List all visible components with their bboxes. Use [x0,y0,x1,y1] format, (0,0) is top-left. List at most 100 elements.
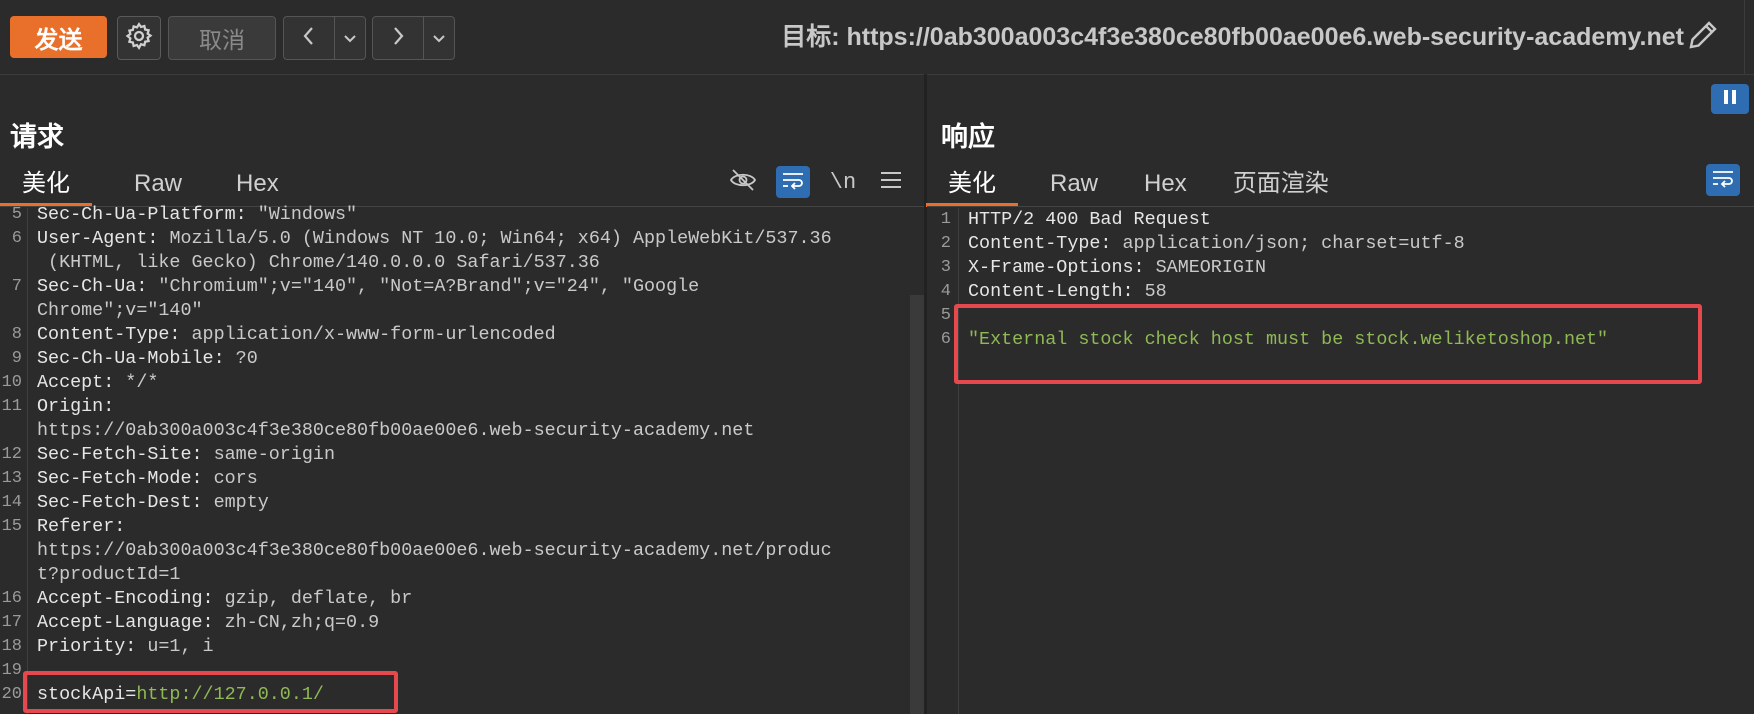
code-line: Sec-Ch-Ua-Platform: "Windows" [37,203,357,227]
request-tab-raw[interactable]: Raw [112,162,204,206]
gear-icon [124,21,154,55]
back-history-dropdown[interactable] [335,17,365,59]
header-value: https://0ab300a003c4f3e380ce80fb00ae00e6… [37,540,832,561]
line-number: 17 [1,613,22,632]
code-line: Content-Type: application/json; charset=… [968,232,1465,256]
cancel-button[interactable]: 取消 [168,16,276,60]
line-number: 4 [940,282,951,301]
response-tab-underline [927,206,1754,207]
hide-nonprintable-button[interactable] [727,166,759,198]
header-key: Origin: [37,396,115,417]
pause-button[interactable] [1711,84,1749,114]
code-line: t?productId=1 [37,563,180,587]
code-line: (KHTML, like Gecko) Chrome/140.0.0.0 Saf… [37,251,600,275]
request-menu-button[interactable] [876,166,906,198]
header-key: stockApi= [37,684,137,705]
eye-off-icon [729,168,757,196]
header-value: SAMEORIGIN [1144,257,1266,278]
line-number: 14 [1,493,22,512]
header-value: http://127.0.0.1/ [136,684,324,705]
request-editor[interactable]: 5 Sec-Ch-Ua-Platform: "Windows" 6 User-Agen… [0,203,908,714]
line-number: 3 [940,258,951,277]
code-line: Priority: u=1, i [37,635,214,659]
code-line: https://0ab300a003c4f3e380ce80fb00ae00e6… [37,539,832,563]
toolbar-edge [1744,0,1754,74]
response-tab-render[interactable]: 页面渲染 [1211,162,1351,206]
header-key: User-Agent: [37,228,159,249]
response-tab-raw[interactable]: Raw [1028,162,1120,206]
word-wrap-toggle[interactable] [776,166,810,198]
response-title: 响应 [941,122,995,153]
response-tab-hex[interactable]: Hex [1122,162,1209,206]
response-tab-pretty[interactable]: 美化 [926,162,1018,207]
header-key: X-Frame-Options: [968,257,1145,278]
header-value: */* [114,372,159,393]
header-key: Sec-Fetch-Mode: [37,468,203,489]
line-number: 5 [940,306,951,325]
forward-button[interactable] [373,17,424,59]
header-value: https://0ab300a003c4f3e380ce80fb00ae00e6… [37,420,755,441]
header-key: Sec-Ch-Ua: [37,276,148,297]
send-button[interactable]: 发送 [10,16,107,58]
line-number: 12 [1,445,22,464]
menu-icon [880,170,902,194]
header-value: "Windows" [246,204,358,225]
code-line: Chrome";v="140" [37,299,203,323]
line-number: 6 [940,330,951,349]
line-number: 15 [1,517,22,536]
code-line: Content-Length: 58 [968,280,1167,304]
header-key: Sec-Ch-Ua-Mobile: [37,348,225,369]
code-line: Sec-Ch-Ua-Mobile: ?0 [37,347,258,371]
code-line: HTTP/2 400 Bad Request [968,208,1211,232]
code-line: "External stock check host must be stock… [968,328,1608,352]
header-value: empty [202,492,269,513]
response-editor[interactable]: 1 HTTP/2 400 Bad Request 2 Content-Type: ap… [927,208,1754,714]
line-number: 13 [1,469,22,488]
header-key: Sec-Fetch-Dest: [37,492,203,513]
line-number: 19 [1,661,22,680]
request-tabs: 美化 Raw Hex [0,162,301,207]
code-line: Accept-Language: zh-CN,zh;q=0.9 [37,611,379,635]
header-value: Mozilla/5.0 (Windows NT 10.0; Win64; x64… [158,228,832,249]
header-value: t?productId=1 [37,564,181,585]
header-value: ?0 [224,348,258,369]
line-number: 7 [11,277,22,296]
header-key: Content-Length: [968,281,1134,302]
line-number: 5 [11,205,22,224]
request-scrollbar[interactable] [910,295,924,714]
line-number: 16 [1,589,22,608]
forward-history-dropdown[interactable] [424,17,454,59]
code-line: Accept-Encoding: gzip, deflate, br [37,587,412,611]
response-word-wrap-toggle[interactable] [1706,164,1740,196]
header-key: Sec-Fetch-Site: [37,444,203,465]
request-tab-pretty[interactable]: 美化 [0,162,92,207]
line-number: 11 [1,397,22,416]
header-key: Accept: [37,372,115,393]
request-tab-hex[interactable]: Hex [214,162,301,206]
chevron-right-icon [388,24,408,52]
target-url: 目标: https://0ab300a003c4f3e380ce80fb00ae… [781,23,1684,51]
header-key: Sec-Ch-Ua-Platform: [37,204,247,225]
header-value: gzip, deflate, br [213,588,413,609]
pencil-icon [1685,17,1721,57]
header-value: cors [202,468,258,489]
header-value: zh-CN,zh;q=0.9 [213,612,380,633]
header-value: (KHTML, like Gecko) Chrome/140.0.0.0 Saf… [37,252,600,273]
code-line: https://0ab300a003c4f3e380ce80fb00ae00e6… [37,419,754,443]
back-button[interactable] [284,17,335,59]
settings-button[interactable] [117,16,161,60]
header-key: Priority: [37,636,137,657]
header-value: application/x-www-form-urlencoded [180,324,556,345]
show-newlines-toggle[interactable]: \n [828,166,858,198]
header-key: Content-Type: [968,233,1112,254]
toolbar: 发送 取消 目标: https://0ab300a003c4f3e380ce80… [0,0,1754,75]
header-key: Content-Type: [37,324,181,345]
wrap-icon [1711,168,1735,192]
code-line: Content-Type: application/x-www-form-url… [37,323,556,347]
header-value: application/json; charset=utf-8 [1111,233,1465,254]
code-line: X-Frame-Options: SAMEORIGIN [968,256,1266,280]
edit-target-button[interactable] [1682,16,1724,58]
line-number: 8 [11,325,22,344]
code-line: stockApi=http://127.0.0.1/ [37,683,324,707]
line-number: 9 [11,349,22,368]
